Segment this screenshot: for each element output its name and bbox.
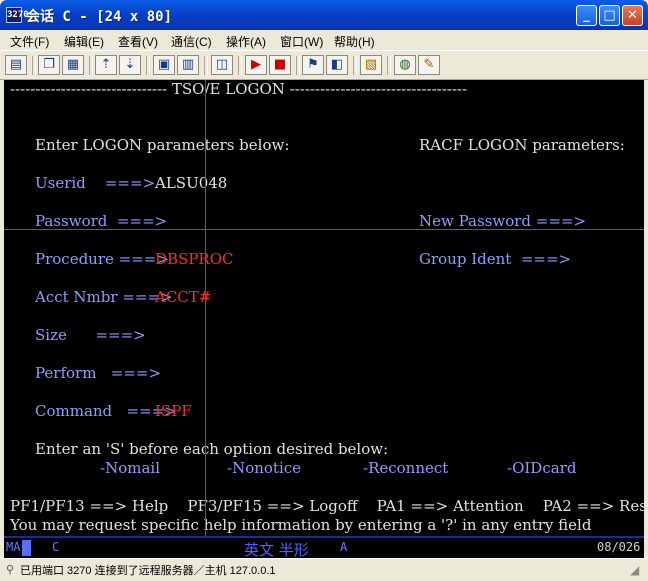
title-bar: 3270 会话 C - [24 x 80] _ □ ✕ (0, 0, 648, 30)
procedure-label: Procedure ===> (35, 250, 169, 268)
menu-edit[interactable]: 编辑(E) (64, 33, 104, 50)
option-nomail[interactable]: -Nomail (100, 459, 160, 478)
macro-stop-icon[interactable]: ■ (269, 55, 291, 75)
copy-icon[interactable]: ❐ (38, 55, 60, 75)
macro-play-icon[interactable]: ▶ (245, 55, 267, 75)
logon-params-heading: Enter LOGON parameters below: (35, 136, 290, 154)
macro-record-icon[interactable]: ◫ (211, 55, 233, 75)
connection-status: 已用端口 3270 连接到了远程服务器／主机 127.0.0.1 (20, 565, 276, 577)
paste-icon[interactable]: ▦ (62, 55, 84, 75)
acct-nmbr-label: Acct Nmbr ===> (35, 288, 173, 306)
menu-communication[interactable]: 通信(C) (171, 33, 212, 50)
option-reconnect[interactable]: -Reconnect (363, 459, 448, 478)
toolbar: ▤ ❐ ▦ ⇡ ⇣ ▣ ▥ ◫ ▶ ■ ⚑ ◧ ▧ ◍ ✎ (0, 50, 648, 80)
clipboard-icon[interactable]: ▧ (360, 55, 382, 75)
size-label: Size ===> (35, 326, 146, 344)
racf-params-heading: RACF LOGON parameters: (419, 136, 625, 154)
menu-window[interactable]: 窗口(W) (280, 33, 323, 50)
oia-cursor-block (22, 540, 31, 556)
userid-label: Userid ===> (35, 174, 156, 192)
session-icon[interactable]: ◧ (326, 55, 348, 75)
menu-bar: 文件(F) 编辑(E) 查看(V) 通信(C) 操作(A) 窗口(W) 帮助(H… (0, 30, 648, 50)
oia-cursor-position: 08/026 (597, 540, 641, 554)
group-ident-label: Group Ident ===> (419, 250, 572, 268)
help-message-line: You may request specific help informatio… (10, 516, 592, 534)
oia-ime-status: 英文 半形 (244, 541, 309, 558)
minimize-button[interactable]: _ (576, 5, 597, 26)
resize-grip-icon[interactable]: ◢ (630, 563, 639, 577)
oia-session: C (52, 540, 60, 554)
status-bar: ⚲ 已用端口 3270 连接到了远程服务器／主机 127.0.0.1 ◢ (0, 558, 648, 581)
procedure-field[interactable]: DBSPROC (155, 250, 234, 269)
option-oidcard[interactable]: -OIDcard (507, 459, 576, 478)
display-setup-icon[interactable]: ▣ (153, 55, 175, 75)
close-button[interactable]: ✕ (622, 5, 643, 26)
help-icon[interactable]: ✎ (418, 55, 440, 75)
terminal-app-icon[interactable]: 3270 (6, 7, 29, 23)
command-field[interactable]: ISPF (155, 402, 192, 421)
oia-indicator: MA (6, 540, 21, 554)
receive-file-icon[interactable]: ⇣ (119, 55, 141, 75)
send-file-icon[interactable]: ⇡ (95, 55, 117, 75)
maximize-button[interactable]: □ (599, 5, 620, 26)
userid-field[interactable]: ALSU048 (155, 174, 227, 193)
option-nonotice[interactable]: -Nonotice (227, 459, 301, 478)
screen-header: ------------------------------- TSO/E LO… (10, 80, 468, 98)
connection-icon: ⚲ (6, 564, 15, 576)
option-instructions: Enter an 'S' before each option desired … (35, 440, 389, 458)
operator-info-area: MA C 英文 半形 A 08/026 (4, 536, 644, 558)
print-screen-icon[interactable]: ▤ (5, 55, 27, 75)
crosshair-horizontal (4, 229, 644, 230)
menu-view[interactable]: 查看(V) (118, 33, 158, 50)
oia-mode: A (340, 540, 348, 554)
window-title: 会话 C - [24 x 80] (26, 9, 173, 25)
keyboard-map-icon[interactable]: ▥ (177, 55, 199, 75)
menu-actions[interactable]: 操作(A) (226, 33, 266, 50)
pf-key-help-line: PF1/PF13 ==> Help PF3/PF15 ==> Logoff PA… (10, 497, 644, 515)
terminal-screen[interactable]: ------------------------------- TSO/E LO… (4, 80, 644, 536)
menu-file[interactable]: 文件(F) (10, 33, 49, 50)
perform-label: Perform ===> (35, 364, 162, 382)
run-icon[interactable]: ⚑ (302, 55, 324, 75)
menu-help[interactable]: 帮助(H) (334, 33, 375, 50)
acct-nmbr-field[interactable]: ACCT# (155, 288, 211, 307)
globe-icon[interactable]: ◍ (394, 55, 416, 75)
crosshair-vertical (205, 80, 206, 536)
